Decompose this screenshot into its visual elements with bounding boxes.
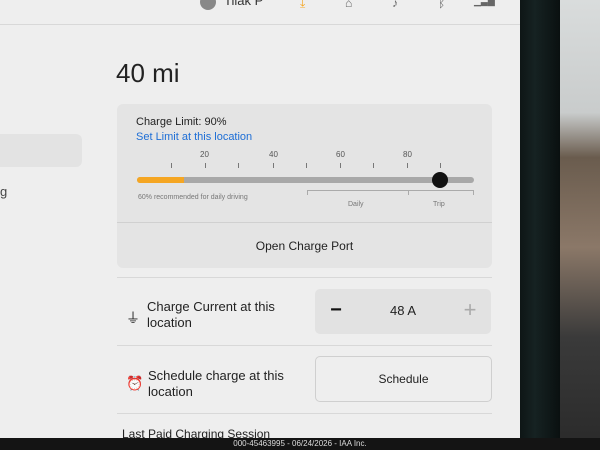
tick-mark xyxy=(238,163,239,168)
tick-mark xyxy=(373,163,374,168)
tick-mark xyxy=(340,163,341,168)
left-panel-text: g xyxy=(0,184,8,199)
alarm-clock-icon: ⏰ xyxy=(126,375,144,391)
tick-label-20: 20 xyxy=(200,150,209,159)
charging-screen: Tilak P ⤓ ⌂ ♪ ᛒ ▁▃▅ g 40 mi Charge Limit… xyxy=(0,0,520,450)
increase-current-button[interactable]: + xyxy=(457,297,483,323)
schedule-charge-label: Schedule charge at this location xyxy=(148,368,284,399)
trip-bracket xyxy=(407,190,474,195)
trip-label: Trip xyxy=(433,201,445,208)
charge-limit-card: Charge Limit: 90% Set Limit at this loca… xyxy=(117,104,492,268)
tick-label-80: 80 xyxy=(403,150,412,159)
charge-current-stepper: − 48 A + xyxy=(315,289,491,334)
plug-icon: ⏚ xyxy=(126,310,140,326)
left-panel-input[interactable] xyxy=(0,134,82,167)
schedule-button[interactable]: Schedule xyxy=(315,356,492,402)
tick-mark xyxy=(306,163,307,168)
decrease-current-button[interactable]: − xyxy=(323,299,349,322)
set-limit-link[interactable]: Set Limit at this location xyxy=(136,131,252,143)
recommendation-text: 60% recommended for daily driving xyxy=(138,194,248,201)
section-divider xyxy=(117,345,492,346)
screen-bezel xyxy=(518,0,560,450)
range-value: 40 mi xyxy=(116,58,180,88)
bluetooth-icon: ᛒ xyxy=(438,0,446,10)
tick-mark xyxy=(440,163,441,168)
bell-icon[interactable]: ♪ xyxy=(392,0,398,10)
section-divider xyxy=(117,277,492,278)
current-charge-fill xyxy=(137,177,185,183)
slider-thumb[interactable] xyxy=(432,172,449,188)
tick-mark xyxy=(273,163,274,168)
daily-bracket xyxy=(307,190,409,195)
lte-signal-icon: ▁▃▅ xyxy=(474,0,495,6)
window-background xyxy=(560,0,600,450)
tick-mark xyxy=(171,163,172,168)
seat-icon[interactable]: ⌂ xyxy=(345,0,352,10)
charge-current-label: Charge Current at this location xyxy=(147,299,275,330)
tick-label-60: 60 xyxy=(336,150,345,159)
charge-limit-slider[interactable] xyxy=(137,172,474,188)
charge-current-value: 48 A xyxy=(389,303,417,318)
open-charge-port-button[interactable]: Open Charge Port xyxy=(117,223,492,268)
section-divider xyxy=(117,413,492,414)
watermark: 000-45463995 - 06/24/2026 - IAA Inc. xyxy=(0,438,600,450)
tick-mark xyxy=(407,163,408,168)
user-name[interactable]: Tilak P xyxy=(224,0,263,8)
charge-limit-label: Charge Limit: 90% xyxy=(136,116,227,128)
status-bar: Tilak P ⤓ ⌂ ♪ ᛒ ▁▃▅ xyxy=(0,0,520,25)
user-avatar[interactable] xyxy=(200,0,216,10)
download-icon[interactable]: ⤓ xyxy=(300,0,305,11)
daily-label: Daily xyxy=(348,201,364,208)
tick-label-40: 40 xyxy=(269,150,278,159)
tick-mark xyxy=(205,163,206,168)
